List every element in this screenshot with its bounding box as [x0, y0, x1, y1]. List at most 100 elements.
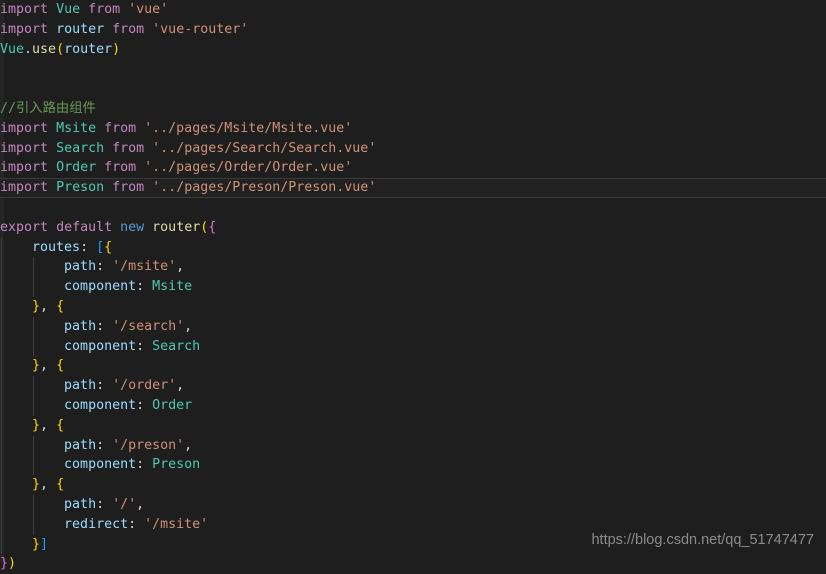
code-token-keyword: import [0, 160, 49, 176]
code-token-keyword: import [0, 2, 49, 17]
code-token-prop: path [64, 378, 97, 394]
code-line[interactable]: import Msite from '../pages/Msite/Msite.… [0, 119, 826, 139]
code-line[interactable]: import Preson from '../pages/Preson/Pres… [0, 178, 826, 198]
code-token-string: 'vue' [128, 2, 169, 17]
code-line[interactable]: }, { [0, 296, 826, 317]
code-token-plain: : [136, 457, 153, 473]
code-line-text: path: '/order', [0, 378, 184, 393]
code-line[interactable]: }, { [0, 415, 826, 436]
code-line[interactable]: path: '/preson', [0, 435, 826, 456]
code-token-plain: , [176, 259, 185, 275]
code-token-string: 'vue-router' [152, 21, 249, 37]
code-token-prop: component [64, 279, 137, 295]
code-line[interactable]: component: Msite [0, 277, 826, 297]
code-line[interactable]: path: '/search', [0, 316, 826, 337]
code-token-bracket_yellow: ( [56, 41, 65, 57]
watermark-url: https://blog.csdn.net/qq_51747477 [591, 532, 814, 548]
code-token-plain: : [136, 397, 153, 413]
code-token-prop: redirect [64, 516, 129, 532]
code-line[interactable]: component: Order [0, 395, 826, 416]
code-token-plain: : [96, 378, 113, 394]
code-token-keyword: from [104, 120, 137, 136]
code-token-keyword: from [112, 180, 145, 196]
code-token-bracket_yellow: } [32, 358, 41, 374]
code-line[interactable]: path: '/msite', [0, 257, 826, 278]
code-token-string: '/' [112, 496, 137, 512]
code-line[interactable]: path: '/order', [0, 376, 826, 396]
code-line[interactable] [0, 79, 826, 99]
code-line-text: import Search from '../pages/Search/Sear… [0, 141, 376, 156]
code-token-string: '../pages/Search/Search.vue' [152, 140, 377, 156]
code-line[interactable]: import Order from '../pages/Order/Order.… [0, 158, 826, 178]
code-token-plain: . [24, 41, 33, 57]
code-line[interactable]: import router from 'vue-router' [0, 20, 826, 40]
code-token-bracket_blue: [ [96, 239, 105, 255]
code-line-text: import Preson from '../pages/Preson/Pres… [0, 180, 376, 195]
code-line[interactable]: Vue.use(router) [0, 40, 826, 60]
code-token-type: Vue [56, 2, 81, 17]
code-token-string: '/search' [112, 318, 185, 334]
code-line-text: }, { [0, 477, 64, 492]
code-line-text: }) [0, 556, 16, 571]
code-line[interactable]: //引入路由组件 [0, 99, 826, 119]
code-token-bracket_yellow: } [32, 298, 41, 314]
code-token-plain: : [80, 239, 97, 255]
code-token-bracket_yellow: { [56, 477, 65, 493]
code-line[interactable] [0, 198, 826, 218]
code-line[interactable] [0, 59, 826, 79]
code-line[interactable]: }, { [0, 356, 826, 377]
code-token-bracket_yellow: } [32, 536, 41, 552]
code-token-plain: : [96, 437, 113, 453]
code-line[interactable]: path: '/', [0, 494, 826, 515]
code-line-text: import Vue from 'vue' [0, 2, 168, 17]
code-line-text: export default new router({ [0, 220, 216, 235]
code-token-plain: : [136, 338, 153, 354]
code-token-plain: , [136, 496, 145, 512]
code-token-plain: : [96, 259, 113, 275]
code-text-surface[interactable]: import Vue from 'vue' import router from … [0, 0, 826, 571]
code-line[interactable]: routes: [{ [0, 237, 826, 258]
code-line-text: path: '/msite', [0, 259, 184, 274]
code-line-text: component: Order [0, 398, 192, 413]
code-line[interactable]: import Search from '../pages/Search/Sear… [0, 139, 826, 159]
code-line[interactable]: import Vue from 'vue' [0, 0, 826, 20]
code-line-text: import Order from '../pages/Order/Order.… [0, 160, 352, 175]
code-token-prop: path [64, 437, 97, 453]
code-token-string: '/order' [112, 378, 177, 394]
code-line-text: }, { [0, 358, 64, 373]
code-line-text: }] [0, 537, 48, 552]
code-line-text: import router from 'vue-router' [0, 22, 248, 37]
code-token-prop: router [64, 41, 113, 57]
code-token-string: '../pages/Preson/Preson.vue' [152, 180, 377, 196]
code-token-control: new [120, 219, 145, 235]
code-token-bracket_blue: ] [40, 536, 49, 552]
code-token-string: '/msite' [112, 259, 177, 275]
code-token-type: Preson [152, 457, 201, 473]
code-line[interactable]: component: Search [0, 336, 826, 357]
code-token-keyword: import [0, 140, 49, 156]
code-line[interactable]: export default new router({ [0, 218, 826, 238]
code-line[interactable]: }, { [0, 475, 826, 495]
code-line[interactable]: }) [0, 554, 826, 574]
code-editor-viewport[interactable]: import Vue from 'vue' import router from … [0, 0, 826, 571]
code-line[interactable]: component: Preson [0, 455, 826, 476]
